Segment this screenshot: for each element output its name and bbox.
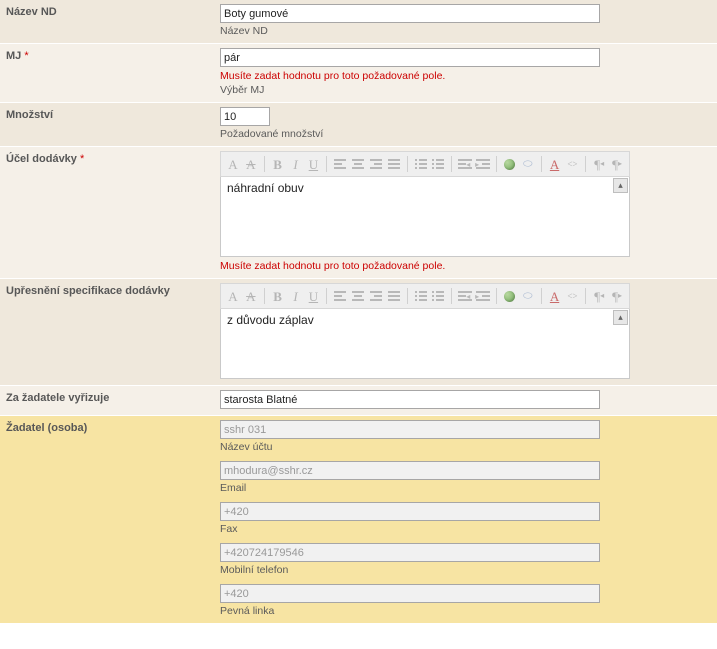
align-center-icon[interactable]: [350, 155, 366, 173]
editor-upresneni[interactable]: z důvodu záplav ▴: [220, 309, 630, 379]
ordered-list-icon[interactable]: [413, 287, 429, 305]
ltr-icon[interactable]: ¶◂: [591, 287, 607, 305]
italic-icon[interactable]: I: [288, 287, 304, 305]
input-zadatel-fax: [220, 502, 600, 521]
outdent-icon[interactable]: ◂: [457, 155, 473, 173]
italic-icon[interactable]: I: [288, 155, 304, 173]
bold-icon[interactable]: B: [270, 155, 286, 173]
hint-nazev-nd: Název ND: [220, 25, 709, 37]
hint-mnozstvi: Požadované množství: [220, 128, 709, 140]
rtl-icon[interactable]: ¶▸: [609, 287, 625, 305]
row-ucel: Účel dodávky * A A B I U ◂ ▸ ⬭ A: [0, 147, 717, 279]
bold-icon[interactable]: B: [270, 287, 286, 305]
richtext-toolbar-ucel: A A B I U ◂ ▸ ⬭ A <> ¶◂ ¶▸: [220, 151, 630, 177]
font-bgcolor-icon[interactable]: A: [243, 155, 259, 173]
toolbar-separator: [541, 288, 542, 304]
input-zadatel-email: [220, 461, 600, 480]
hint-zadatel-email: Email: [220, 482, 709, 494]
font-color-icon[interactable]: A: [225, 155, 241, 173]
unlink-icon[interactable]: ⬭: [520, 287, 536, 305]
row-mj: MJ * Musíte zadat hodnotu pro toto požad…: [0, 44, 717, 103]
hint-zadatel-fax: Fax: [220, 523, 709, 535]
label-zadatel: Žadatel (osoba): [0, 416, 220, 623]
input-mj[interactable]: [220, 48, 600, 67]
hint-zadatel-linka: Pevná linka: [220, 605, 709, 617]
input-nazev-nd[interactable]: [220, 4, 600, 23]
toolbar-separator: [496, 288, 497, 304]
label-vyrizuje: Za žadatele vyřizuje: [0, 386, 220, 415]
unordered-list-icon[interactable]: [431, 287, 447, 305]
label-ucel: Účel dodávky *: [0, 147, 220, 278]
indent-icon[interactable]: ▸: [475, 287, 491, 305]
input-vyrizuje[interactable]: [220, 390, 600, 409]
align-left-icon[interactable]: [332, 287, 348, 305]
required-indicator: *: [24, 50, 28, 62]
scroll-up-icon[interactable]: ▴: [613, 178, 628, 193]
align-right-icon[interactable]: [368, 287, 384, 305]
toolbar-separator: [407, 288, 408, 304]
toolbar-separator: [496, 156, 497, 172]
error-ucel: Musíte zadat hodnotu pro toto požadované…: [220, 260, 709, 272]
toolbar-separator: [264, 156, 265, 172]
link-icon[interactable]: [502, 287, 518, 305]
unordered-list-icon[interactable]: [431, 155, 447, 173]
unlink-icon[interactable]: ⬭: [520, 155, 536, 173]
toolbar-separator: [326, 288, 327, 304]
row-vyrizuje: Za žadatele vyřizuje: [0, 386, 717, 416]
rtl-icon[interactable]: ¶▸: [609, 155, 625, 173]
row-upresneni: Upřesnění specifikace dodávky A A B I U …: [0, 279, 717, 386]
font-bgcolor-icon[interactable]: A: [243, 287, 259, 305]
source-icon[interactable]: <>: [565, 155, 581, 173]
align-justify-icon[interactable]: [386, 287, 402, 305]
underline-icon[interactable]: U: [305, 155, 321, 173]
remove-format-icon[interactable]: A: [547, 155, 563, 173]
scroll-up-icon[interactable]: ▴: [613, 310, 628, 325]
label-mnozstvi: Množství: [0, 103, 220, 146]
toolbar-separator: [264, 288, 265, 304]
hint-zadatel-ucet: Název účtu: [220, 441, 709, 453]
input-zadatel-linka: [220, 584, 600, 603]
underline-icon[interactable]: U: [305, 287, 321, 305]
row-zadatel: Žadatel (osoba) Název účtu Email Fax Mob…: [0, 416, 717, 624]
richtext-toolbar-upresneni: A A B I U ◂ ▸ ⬭ A <> ¶◂ ¶▸: [220, 283, 630, 309]
toolbar-separator: [585, 156, 586, 172]
toolbar-separator: [541, 156, 542, 172]
toolbar-separator: [451, 156, 452, 172]
toolbar-separator: [451, 288, 452, 304]
label-upresneni: Upřesnění specifikace dodávky: [0, 279, 220, 385]
ordered-list-icon[interactable]: [413, 155, 429, 173]
align-center-icon[interactable]: [350, 287, 366, 305]
editor-ucel[interactable]: náhradní obuv ▴: [220, 177, 630, 257]
outdent-icon[interactable]: ◂: [457, 287, 473, 305]
source-icon[interactable]: <>: [565, 287, 581, 305]
error-mj: Musíte zadat hodnotu pro toto požadované…: [220, 70, 709, 82]
link-icon[interactable]: [502, 155, 518, 173]
toolbar-separator: [407, 156, 408, 172]
indent-icon[interactable]: ▸: [475, 155, 491, 173]
hint-mj: Výběr MJ: [220, 84, 709, 96]
toolbar-separator: [585, 288, 586, 304]
label-nazev-nd: Název ND: [0, 0, 220, 43]
input-zadatel-mobil: [220, 543, 600, 562]
hint-zadatel-mobil: Mobilní telefon: [220, 564, 709, 576]
align-right-icon[interactable]: [368, 155, 384, 173]
align-justify-icon[interactable]: [386, 155, 402, 173]
toolbar-separator: [326, 156, 327, 172]
row-nazev-nd: Název ND Název ND: [0, 0, 717, 44]
input-zadatel-ucet: [220, 420, 600, 439]
remove-format-icon[interactable]: A: [547, 287, 563, 305]
input-mnozstvi[interactable]: [220, 107, 270, 126]
font-color-icon[interactable]: A: [225, 287, 241, 305]
required-indicator: *: [80, 153, 84, 165]
ltr-icon[interactable]: ¶◂: [591, 155, 607, 173]
align-left-icon[interactable]: [332, 155, 348, 173]
label-mj: MJ *: [0, 44, 220, 102]
row-mnozstvi: Množství Požadované množství: [0, 103, 717, 147]
